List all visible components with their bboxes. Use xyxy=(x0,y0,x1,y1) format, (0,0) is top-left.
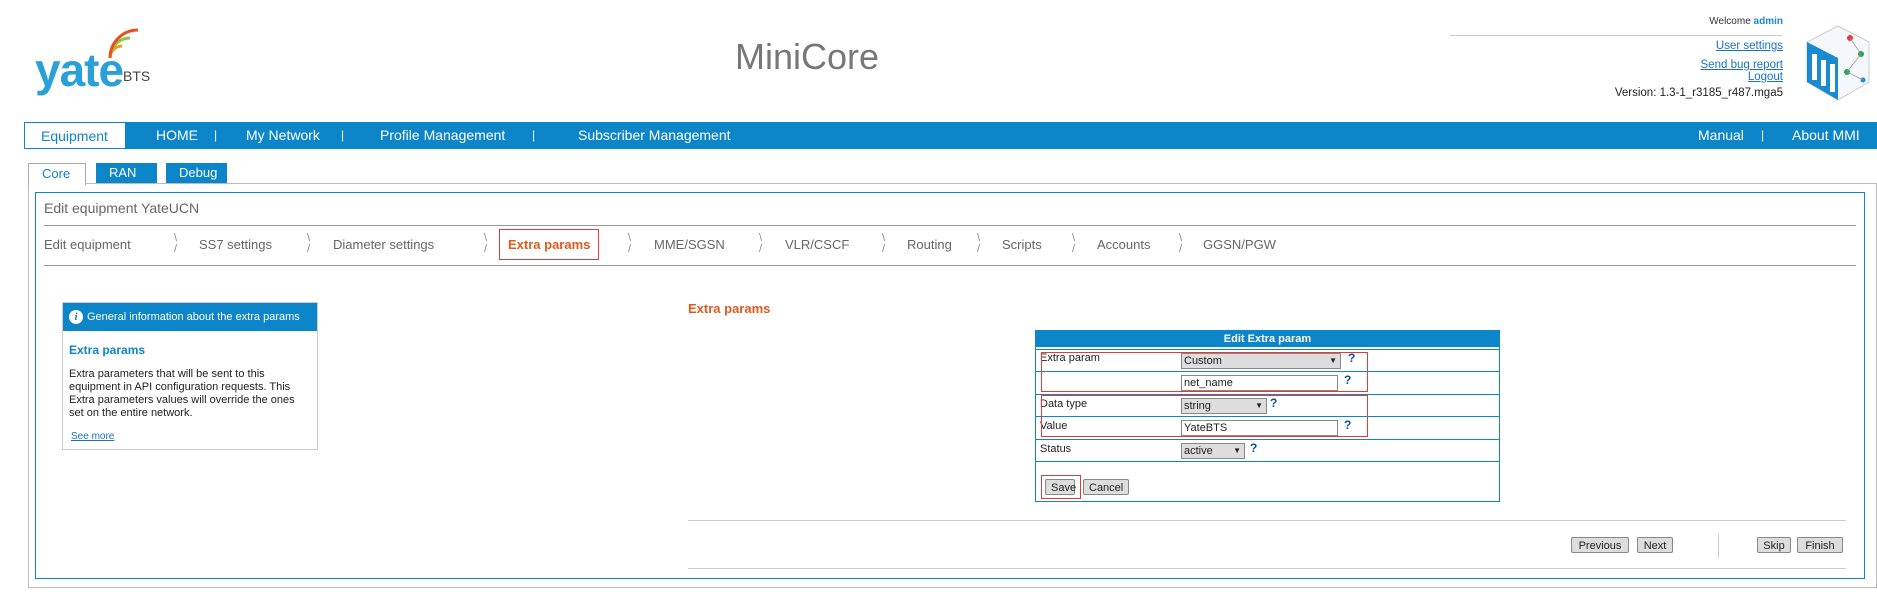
yate-logo: yate BTS xyxy=(35,28,165,96)
nav-about-mmi[interactable]: About MMI xyxy=(1792,122,1860,149)
nav-profile-management[interactable]: Profile Management xyxy=(380,122,505,149)
status-selected: active xyxy=(1184,445,1213,457)
chevron-down-icon: ▼ xyxy=(1233,446,1241,455)
welcome-text: Welcome admin xyxy=(1709,16,1783,27)
step-scripts[interactable]: Scripts xyxy=(1002,237,1042,252)
nav-separator: | xyxy=(1761,128,1765,142)
step-accounts[interactable]: Accounts xyxy=(1097,237,1150,252)
info-text: Extra parameters that will be sent to th… xyxy=(69,368,295,419)
edit-extra-param-form: Edit Extra param Extra param Custom ▼ ? … xyxy=(1035,330,1500,502)
step-ss7-settings[interactable]: SS7 settings xyxy=(199,237,272,252)
logo-text: yate xyxy=(35,44,124,96)
step-extra-params[interactable]: Extra params xyxy=(499,229,600,260)
welcome-prefix: Welcome xyxy=(1709,16,1751,27)
network-cube-icon xyxy=(1806,25,1870,101)
tab-debug[interactable]: Debug xyxy=(166,163,227,183)
step-separator: \ / xyxy=(1072,232,1076,255)
version-text: Version: 1.3-1_r3185_r487.mga5 xyxy=(1614,87,1783,99)
highlight-marker xyxy=(1041,352,1368,392)
info-icon: i xyxy=(69,310,83,324)
info-box-header: i General information about the extra pa… xyxy=(63,303,317,331)
nav-separator: | xyxy=(532,128,536,142)
wizard-divider-bottom xyxy=(688,568,1846,569)
step-separator: \ / xyxy=(174,232,178,255)
highlight-marker xyxy=(1041,395,1368,437)
main-nav: Equipment HOME | My Network | Profile Ma… xyxy=(24,122,1877,149)
help-icon[interactable]: ? xyxy=(1250,441,1257,455)
step-ggsn-pgw[interactable]: GGSN/PGW xyxy=(1203,237,1276,252)
nav-equipment[interactable]: Equipment xyxy=(24,122,126,149)
see-more-link[interactable]: See more xyxy=(71,431,114,442)
header-divider xyxy=(1450,35,1782,36)
cancel-button[interactable]: Cancel xyxy=(1083,479,1129,495)
row-divider xyxy=(1036,461,1499,462)
step-diameter-settings[interactable]: Diameter settings xyxy=(333,237,434,252)
status-select[interactable]: active ▼ xyxy=(1181,443,1245,459)
logout-link[interactable]: Logout xyxy=(1748,71,1783,83)
wizard-separator xyxy=(1718,534,1719,558)
user-settings-link[interactable]: User settings xyxy=(1716,40,1783,52)
skip-button[interactable]: Skip xyxy=(1757,537,1791,553)
step-separator: \ / xyxy=(484,232,488,255)
nav-separator: | xyxy=(341,128,345,142)
step-separator: \ / xyxy=(628,232,632,255)
step-separator: \ / xyxy=(307,232,311,255)
info-box-heading: General information about the extra para… xyxy=(87,311,300,323)
tab-core[interactable]: Core xyxy=(28,163,86,185)
nav-home[interactable]: HOME xyxy=(156,122,198,149)
next-button[interactable]: Next xyxy=(1637,537,1673,553)
row-divider xyxy=(1036,439,1499,440)
status-label: Status xyxy=(1040,443,1072,455)
nav-separator: | xyxy=(214,128,218,142)
app-title: MiniCore xyxy=(735,36,880,77)
step-separator: \ / xyxy=(882,232,886,255)
send-bug-report-link[interactable]: Send bug report xyxy=(1701,59,1783,71)
row-divider xyxy=(1036,349,1499,350)
welcome-user[interactable]: admin xyxy=(1754,16,1783,27)
info-box: i General information about the extra pa… xyxy=(62,302,318,450)
wizard-divider-top xyxy=(688,520,1846,521)
tab-ran[interactable]: RAN xyxy=(96,163,157,183)
panel-title: Edit equipment YateUCN xyxy=(44,200,200,216)
nav-manual[interactable]: Manual xyxy=(1698,122,1744,149)
title-divider xyxy=(44,225,1856,226)
step-edit-equipment[interactable]: Edit equipment xyxy=(44,237,131,252)
logo-sub: BTS xyxy=(123,68,151,84)
step-vlr-cscf[interactable]: VLR/CSCF xyxy=(785,237,849,252)
step-separator: \ / xyxy=(1179,232,1183,255)
step-separator: \ / xyxy=(977,232,981,255)
step-separator: \ / xyxy=(759,232,763,255)
previous-button[interactable]: Previous xyxy=(1571,537,1629,553)
steps-divider xyxy=(44,265,1856,266)
highlight-marker xyxy=(1041,475,1081,499)
step-routing[interactable]: Routing xyxy=(907,237,952,252)
nav-subscriber-management[interactable]: Subscriber Management xyxy=(578,122,731,149)
form-header: Edit Extra param xyxy=(1036,331,1499,347)
finish-button[interactable]: Finish xyxy=(1797,537,1843,553)
step-mme-sgsn[interactable]: MME/SGSN xyxy=(654,237,725,252)
section-title: Extra params xyxy=(688,301,771,316)
info-title: Extra params xyxy=(69,343,146,357)
nav-my-network[interactable]: My Network xyxy=(246,122,320,149)
